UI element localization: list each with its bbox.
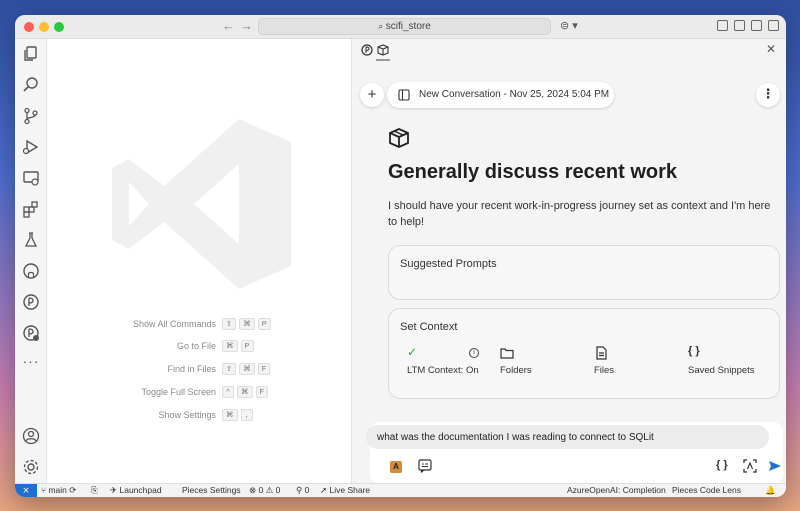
key-cap: , [240, 409, 253, 421]
key-cap: ^ [222, 386, 234, 398]
suggested-prompts-title: Suggested Prompts [400, 258, 497, 270]
send-icon[interactable] [768, 459, 782, 473]
pieces-copilot-panel: ✕ + New Conversation - Nov 25, 2024 5:04… [352, 39, 786, 484]
forward-arrow-icon[interactable]: → [240, 18, 253, 33]
customize-layout-icon[interactable] [768, 20, 779, 31]
close-panel-icon[interactable]: ✕ [766, 42, 776, 56]
search-icon: ⌕ [378, 21, 386, 31]
model-selector-icon[interactable]: A [390, 461, 402, 473]
key-cap: ⌘ [222, 409, 238, 421]
copilot-icon[interactable]: ⊜ ▾ [560, 19, 578, 32]
suggested-prompts-card: Suggested Prompts [388, 245, 780, 300]
shortcut-show-all-commands[interactable]: Show All Commands ⇧ ⌘ P [47, 318, 352, 332]
live-share-button[interactable]: ➚ Live Share [320, 485, 370, 496]
workspace-name: scifi_store [385, 21, 431, 32]
notifications-bell-icon[interactable]: 🔔 [765, 485, 776, 496]
shortcut-find-in-files[interactable]: Find in Files ⇧ ⌘ F [47, 363, 352, 377]
pieces-settings-button[interactable]: Pieces Settings [182, 485, 241, 495]
toggle-secondary-sidebar-icon[interactable] [751, 20, 762, 31]
key-cap: ⇧ [222, 318, 237, 330]
key-cap: F [255, 386, 269, 398]
code-braces-icon[interactable]: { } [716, 459, 730, 473]
key-cap: P [240, 340, 254, 352]
key-cap: ⌘ [239, 318, 255, 330]
context-files-button[interactable]: Files [594, 345, 614, 376]
remote-explorer-icon[interactable] [22, 169, 40, 187]
context-saved-snippets-button[interactable]: { } Saved Snippets [688, 345, 755, 376]
minimize-window-button[interactable] [39, 22, 49, 32]
activity-bar: ··· [15, 39, 47, 483]
toggle-primary-sidebar-icon[interactable] [717, 20, 728, 31]
close-window-button[interactable] [24, 22, 34, 32]
scan-image-icon[interactable] [743, 459, 757, 473]
code-lens-status[interactable]: Pieces Code Lens [672, 485, 741, 495]
key-cap: ⌘ [222, 340, 238, 352]
set-context-title: Set Context [400, 321, 458, 333]
run-debug-icon[interactable] [22, 138, 40, 156]
account-icon[interactable] [22, 427, 40, 445]
warning-icon: ⚠ [265, 485, 276, 495]
set-context-card: Set Context ✓ LTM Context: On i Folders … [388, 308, 780, 399]
snippet-icon: { } [688, 345, 700, 357]
key-cap: ⌘ [239, 363, 255, 375]
conversation-heading: Generally discuss recent work [388, 161, 678, 183]
folder-icon [500, 348, 514, 359]
ports-icon: ⚲ [296, 485, 305, 495]
key-cap: ⌘ [237, 386, 253, 398]
key-cap: P [257, 318, 271, 330]
ports-indicator[interactable]: ⚲ 0 [296, 485, 309, 496]
more-options-button[interactable]: ⋮ [756, 83, 780, 107]
active-tab-indicator [376, 59, 390, 61]
conversation-selector[interactable]: New Conversation - Nov 25, 2024 5:04 PM [387, 82, 614, 108]
pieces-copilot-icon[interactable] [22, 324, 40, 342]
toggle-panel-icon[interactable] [734, 20, 745, 31]
conversation-description: I should have your recent work-in-progre… [388, 200, 771, 228]
testing-icon[interactable] [22, 231, 40, 249]
title-bar: ← → ⌕ scifi_store ⊜ ▾ [15, 15, 786, 39]
shortcut-show-settings[interactable]: Show Settings ⌘ , [47, 409, 352, 423]
pieces-logo-icon[interactable] [361, 44, 373, 56]
key-cap: F [257, 363, 271, 375]
new-conversation-button[interactable]: + [360, 83, 384, 107]
command-center-search[interactable]: ⌕ scifi_store [258, 18, 551, 35]
status-bar: ⨯ ⑂ main ⟳ ⎘ ✈ Launchpad Pieces Settings… [15, 483, 786, 497]
info-icon[interactable]: i [469, 348, 479, 358]
sidebar-toggle-icon[interactable] [398, 89, 410, 101]
shortcut-toggle-full-screen[interactable]: Toggle Full Screen ^ ⌘ F [47, 386, 352, 400]
editor-area: Show All Commands ⇧ ⌘ P Go to File ⌘ P F… [47, 39, 352, 483]
vscode-window: ← → ⌕ scifi_store ⊜ ▾ ··· Show All Comma… [15, 15, 786, 497]
problems-indicator[interactable]: ⊗ 0 ⚠ 0 [249, 485, 280, 496]
copilot-box-icon [389, 128, 409, 148]
vscode-logo-watermark [112, 119, 291, 289]
chat-prompt-icon[interactable] [418, 459, 432, 473]
zoom-window-button[interactable] [54, 22, 64, 32]
extensions-icon[interactable] [22, 200, 40, 218]
back-arrow-icon[interactable]: ← [222, 18, 235, 33]
remote-indicator[interactable]: ⨯ [15, 484, 37, 497]
pieces-status-icon[interactable]: ⎘ [91, 485, 98, 496]
check-icon: ✓ [407, 345, 418, 359]
shortcut-go-to-file[interactable]: Go to File ⌘ P [47, 340, 352, 354]
search-icon[interactable] [22, 76, 40, 94]
more-icon[interactable]: ··· [22, 353, 40, 371]
file-icon [596, 346, 607, 360]
launchpad-button[interactable]: ✈ Launchpad [110, 485, 162, 496]
chat-input[interactable] [366, 425, 769, 449]
key-cap: ⇧ [222, 363, 237, 375]
github-icon[interactable] [22, 262, 40, 280]
branch-indicator[interactable]: ⑂ main ⟳ [41, 485, 76, 496]
source-control-icon[interactable] [22, 107, 40, 125]
ltm-context-toggle[interactable]: ✓ LTM Context: On [407, 345, 479, 376]
settings-gear-icon[interactable] [22, 458, 40, 476]
context-folders-button[interactable]: Folders [500, 345, 532, 376]
model-status[interactable]: AzureOpenAI: Completion [567, 485, 666, 495]
pieces-icon[interactable] [22, 293, 40, 311]
conversation-title: New Conversation - Nov 25, 2024 5:04 PM [419, 89, 610, 100]
explorer-icon[interactable] [22, 45, 40, 63]
sync-icon: ⟳ [66, 485, 77, 495]
copilot-box-icon[interactable] [377, 44, 389, 56]
